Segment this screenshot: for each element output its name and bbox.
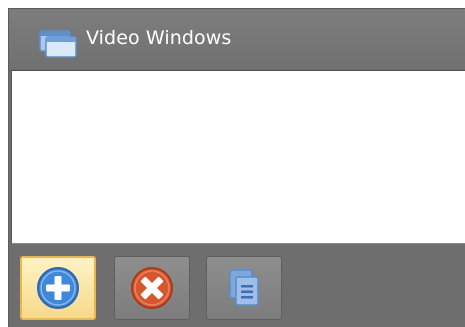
- list-button[interactable]: [206, 256, 282, 320]
- remove-button[interactable]: [114, 256, 190, 320]
- document-list-icon: [229, 269, 259, 306]
- add-button[interactable]: [20, 256, 96, 320]
- panel-toolbar: [9, 244, 465, 327]
- video-windows-list[interactable]: [11, 70, 465, 244]
- plus-circle-icon: [37, 267, 79, 309]
- close-circle-icon: [131, 267, 173, 309]
- video-windows-panel: Video Windows: [8, 8, 465, 327]
- panel-header: Video Windows: [9, 9, 465, 69]
- panel-title: Video Windows: [86, 27, 232, 49]
- folder-windows-icon: [38, 29, 78, 59]
